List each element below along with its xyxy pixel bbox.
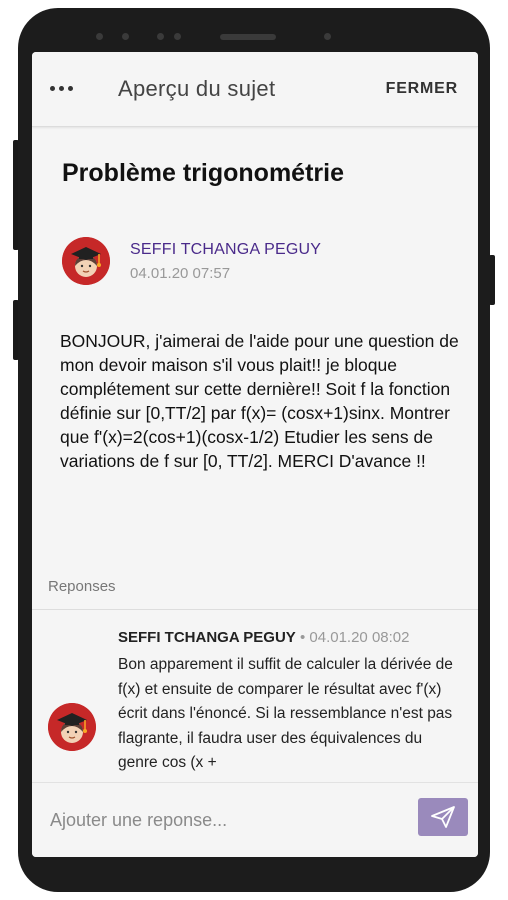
- earpiece-speaker: [220, 34, 276, 40]
- subject-title: Problème trigonométrie: [62, 159, 344, 187]
- reply-composer: [32, 782, 478, 857]
- send-button[interactable]: [418, 798, 468, 836]
- reply-author[interactable]: SEFFI TCHANGA PEGUY: [118, 629, 296, 646]
- reply-separator: •: [295, 629, 310, 646]
- top-app-bar: Aperçu du sujet FERMER: [32, 52, 478, 127]
- subject-content: Problème trigonométrie SEFFI TCHANGA PEG…: [32, 127, 478, 782]
- sensor-dot: [157, 33, 164, 40]
- phone-top-bezel: [18, 8, 490, 58]
- more-horizontal-icon[interactable]: [50, 86, 78, 94]
- app-screen: Aperçu du sujet FERMER Problème trigonom…: [32, 52, 478, 857]
- close-button[interactable]: FERMER: [386, 80, 458, 98]
- proximity-sensor: [324, 33, 331, 40]
- subject-body: BONJOUR, j'aimerai de l'aide pour une qu…: [60, 331, 459, 471]
- paper-plane-icon: [431, 806, 455, 828]
- subject-author[interactable]: SEFFI TCHANGA PEGUY: [130, 241, 321, 259]
- sensor-dot: [174, 33, 181, 40]
- page-title: Aperçu du sujet: [118, 76, 276, 101]
- subject-date: 04.01.20 07:57: [130, 265, 231, 282]
- reply-input[interactable]: [48, 801, 392, 839]
- responses-divider: [32, 609, 478, 610]
- reply-meta: SEFFI TCHANGA PEGUY • 04.01.20 08:02: [118, 629, 409, 646]
- responses-heading: Reponses: [48, 578, 116, 595]
- reply-date: 04.01.20 08:02: [309, 629, 410, 646]
- front-camera: [122, 33, 129, 40]
- reply-text: Bon apparement il suffit de calculer la …: [118, 656, 453, 771]
- sensor-dot: [96, 33, 103, 40]
- graduate-avatar-icon[interactable]: [62, 237, 110, 285]
- graduate-avatar-icon[interactable]: [48, 703, 96, 751]
